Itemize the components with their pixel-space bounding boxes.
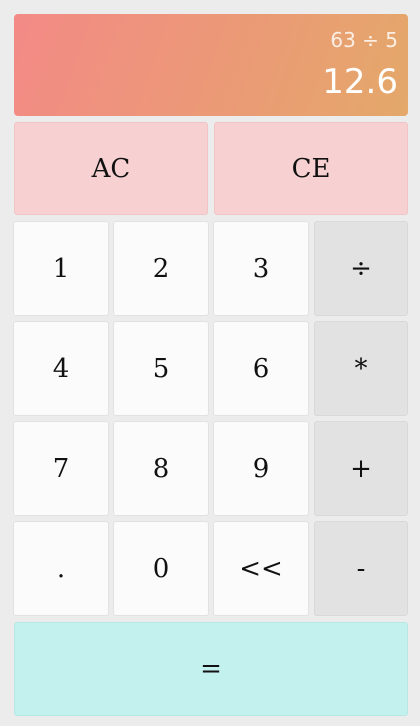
- digit-5-button[interactable]: 5: [113, 321, 209, 416]
- digit-2-button[interactable]: 2: [113, 221, 209, 316]
- digit-7-button[interactable]: 7: [13, 421, 109, 516]
- divide-button[interactable]: ÷: [314, 221, 408, 316]
- multiply-button[interactable]: *: [314, 321, 408, 416]
- expression-text: 63 ÷ 5: [330, 28, 398, 52]
- result-text: 12.6: [322, 62, 398, 102]
- backspace-button[interactable]: <<: [213, 521, 309, 616]
- digit-9-button[interactable]: 9: [213, 421, 309, 516]
- digit-4-button[interactable]: 4: [13, 321, 109, 416]
- clear-all-button[interactable]: AC: [14, 122, 208, 215]
- digit-1-button[interactable]: 1: [13, 221, 109, 316]
- display-panel: 63 ÷ 5 12.6: [14, 14, 408, 116]
- digit-8-button[interactable]: 8: [113, 421, 209, 516]
- decimal-point-button[interactable]: .: [13, 521, 109, 616]
- equals-button[interactable]: =: [14, 622, 408, 716]
- clear-entry-button[interactable]: CE: [214, 122, 408, 215]
- digit-3-button[interactable]: 3: [213, 221, 309, 316]
- minus-button[interactable]: -: [314, 521, 408, 616]
- digit-6-button[interactable]: 6: [213, 321, 309, 416]
- digit-0-button[interactable]: 0: [113, 521, 209, 616]
- plus-button[interactable]: +: [314, 421, 408, 516]
